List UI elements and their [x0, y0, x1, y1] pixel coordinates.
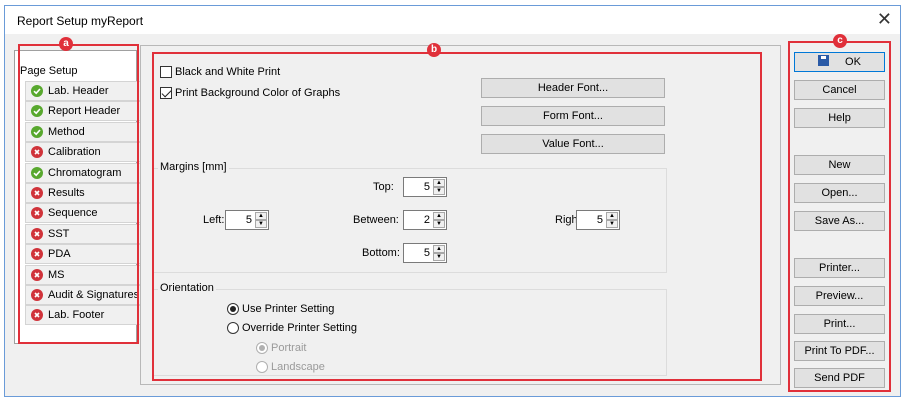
- annotation-badge-b: b: [427, 43, 441, 57]
- close-icon[interactable]: ✕: [877, 9, 892, 29]
- title-bar: Report Setup myReport ✕: [5, 6, 900, 34]
- window-title: Report Setup myReport: [17, 14, 144, 28]
- annotation-box-b: [152, 52, 762, 381]
- annotation-badge-a: a: [59, 37, 73, 51]
- annotation-badge-c: c: [833, 34, 847, 48]
- annotation-box-a: [18, 44, 139, 344]
- annotation-box-c: [788, 41, 891, 392]
